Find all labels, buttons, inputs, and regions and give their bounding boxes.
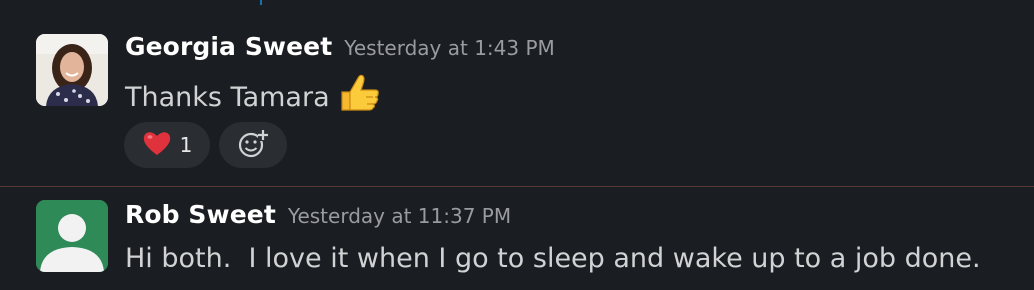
message-text: Hi both. I love it when I go to sleep an…	[125, 243, 981, 274]
message-body: Hi both. I love it when I go to sleep an…	[125, 243, 981, 274]
add-reaction-button[interactable]	[219, 122, 287, 168]
message-header: Rob Sweet Yesterday at 11:37 PM	[125, 200, 511, 229]
heart-icon	[142, 129, 172, 161]
reactions-bar: 1	[124, 122, 287, 168]
timestamp[interactable]: Yesterday at 1:43 PM	[344, 36, 555, 60]
avatar[interactable]	[36, 34, 108, 106]
add-reaction-icon	[236, 126, 270, 164]
message-body: Thanks Tamara	[125, 82, 330, 113]
sender-name[interactable]: Rob Sweet	[125, 200, 276, 229]
message-header: Georgia Sweet Yesterday at 1:43 PM	[125, 32, 555, 61]
message-list: Georgia Sweet Yesterday at 1:43 PM Thanks…	[0, 0, 1034, 290]
new-messages-divider	[0, 186, 1034, 187]
timestamp[interactable]: Yesterday at 11:37 PM	[288, 204, 511, 228]
message-text: Thanks Tamara	[125, 74, 382, 121]
profile-photo	[36, 34, 108, 106]
message-item: Rob Sweet Yesterday at 11:37 PM Hi both. …	[0, 196, 1034, 290]
reaction-count: 1	[179, 133, 193, 157]
default-user-icon	[36, 200, 108, 272]
thumbs-up-icon	[338, 70, 382, 121]
thread-marker	[260, 0, 262, 5]
sender-name[interactable]: Georgia Sweet	[125, 32, 332, 61]
message-item: Georgia Sweet Yesterday at 1:43 PM Thanks…	[0, 30, 1034, 180]
reaction-heart-button[interactable]: 1	[124, 122, 210, 168]
avatar[interactable]	[36, 200, 108, 272]
